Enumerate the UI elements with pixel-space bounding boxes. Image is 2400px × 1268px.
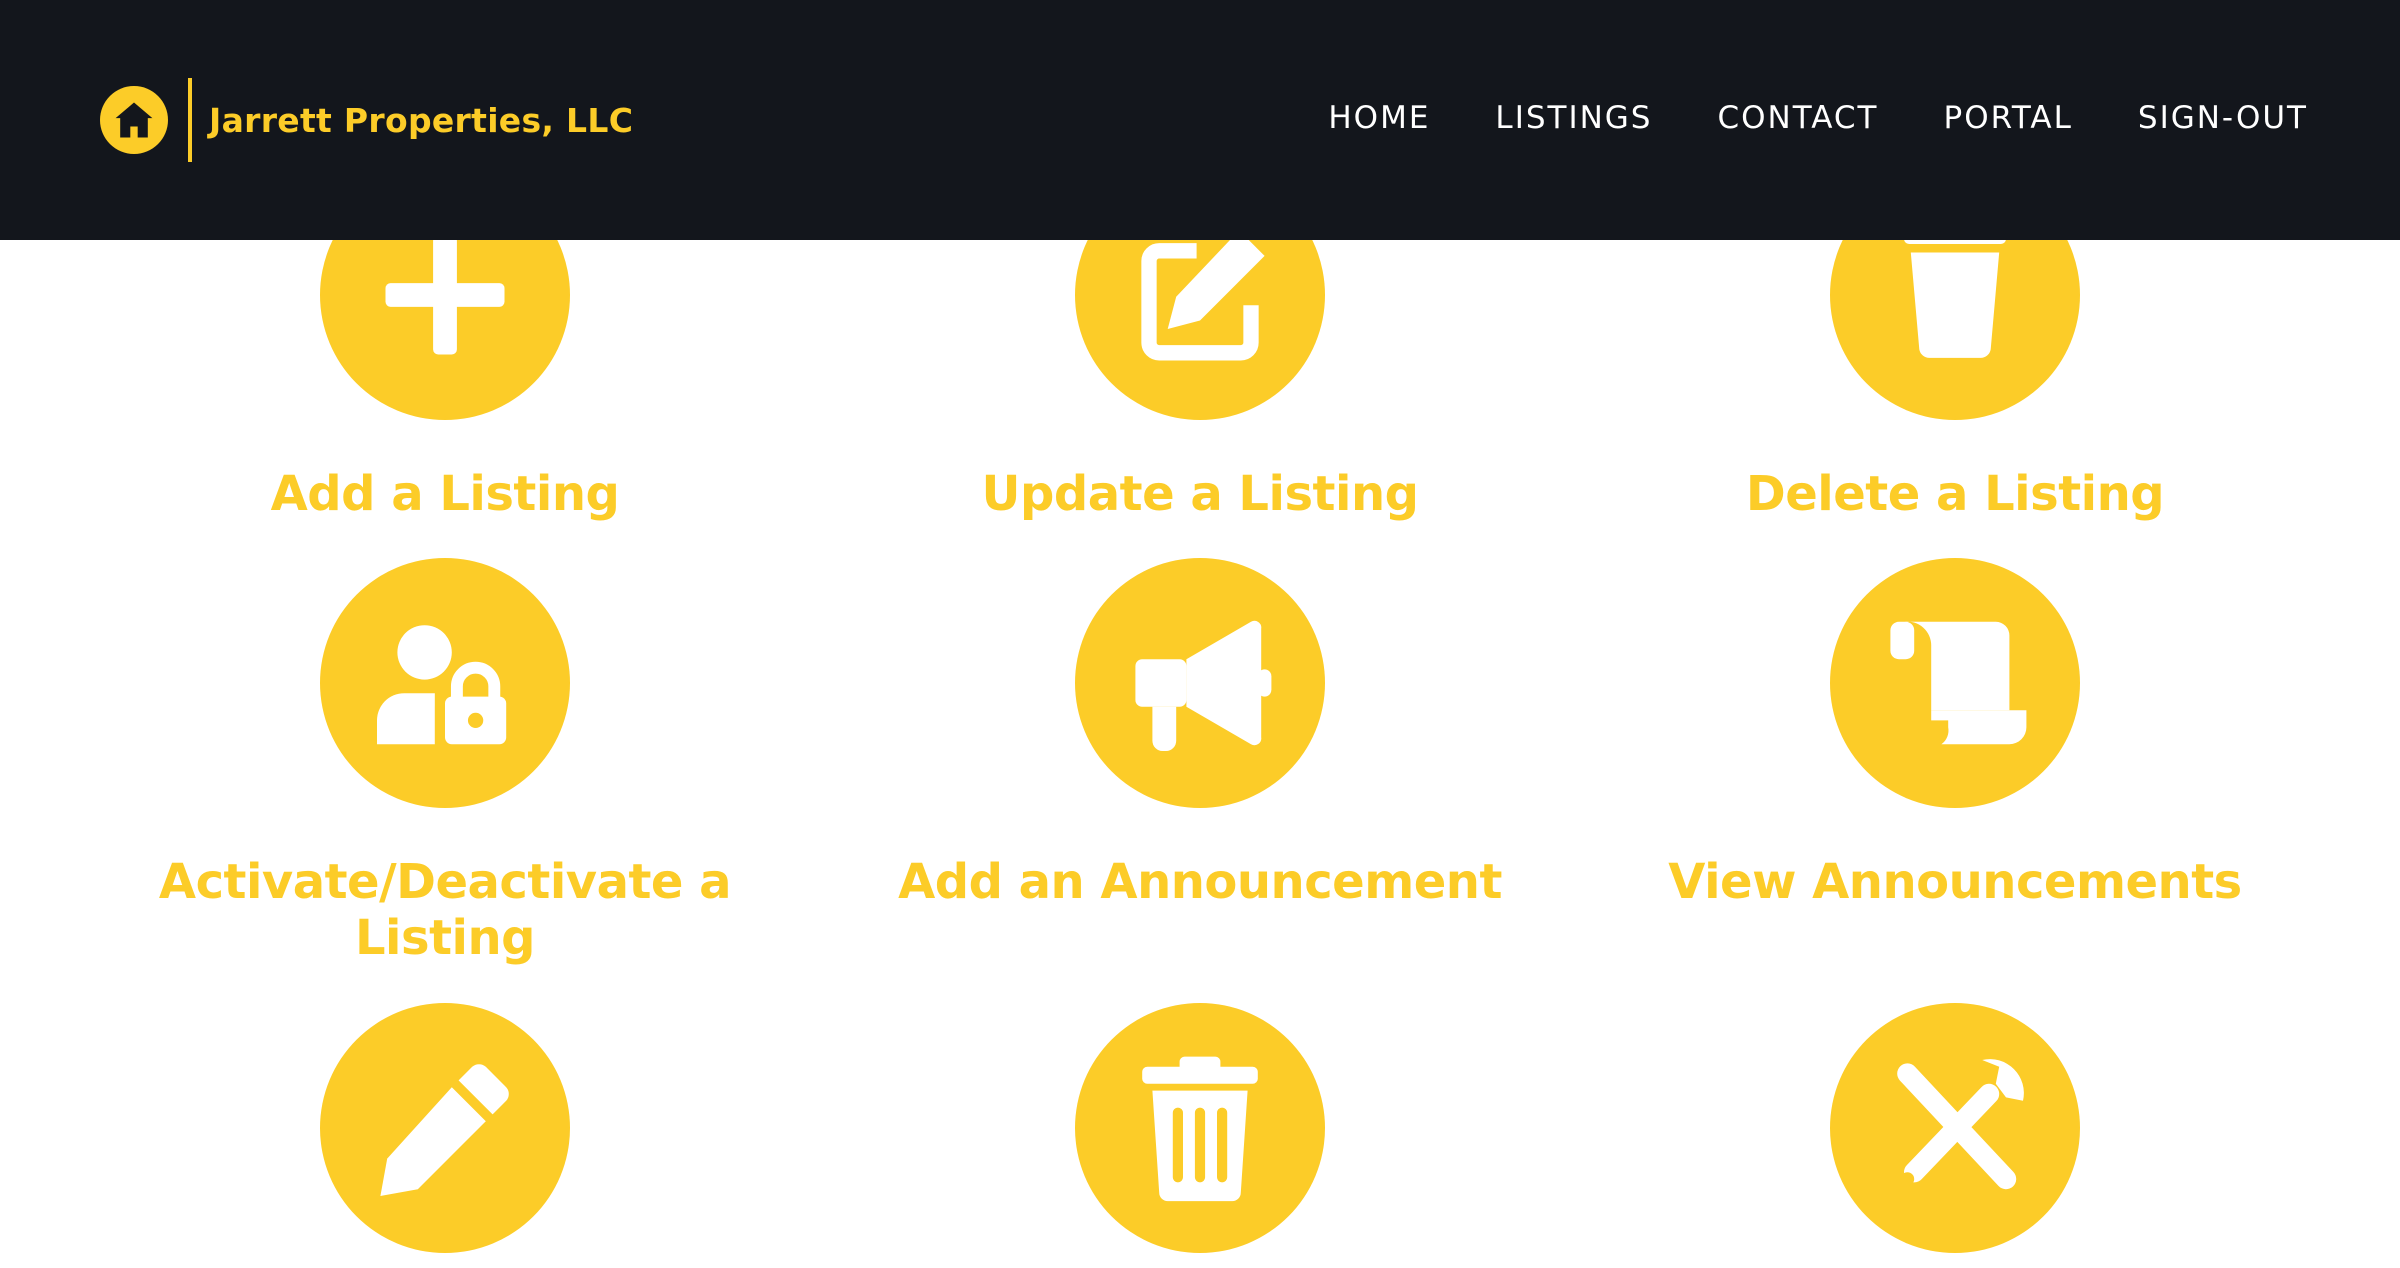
nav-contact[interactable]: CONTACT [1717, 90, 1878, 146]
pencil-icon [380, 1064, 509, 1196]
brand-name: Jarrett Properties, LLC [209, 100, 634, 140]
main-nav: HOME LISTINGS CONTACT PORTAL SIGN-OUT [1263, 90, 2308, 146]
activate-deactivate-listing-button[interactable] [320, 558, 570, 808]
edit-button[interactable] [320, 1003, 570, 1253]
trash-icon [1142, 1056, 1258, 1202]
screwdriver-wrench-icon [1897, 1059, 2024, 1190]
home-icon [115, 102, 153, 138]
nav-sign-out[interactable]: SIGN-OUT [2138, 90, 2308, 146]
view-announcements-label[interactable]: View Announcements [1615, 854, 2295, 910]
view-announcements-button[interactable] [1830, 558, 2080, 808]
brand-logo [100, 86, 168, 154]
nav-listings[interactable]: LISTINGS [1495, 90, 1652, 146]
brand-logo-link[interactable]: Jarrett Properties, LLC [100, 78, 633, 162]
delete-button[interactable] [1075, 1003, 1325, 1253]
nav-portal[interactable]: PORTAL [1944, 90, 2073, 146]
nav-home[interactable]: HOME [1328, 90, 1430, 146]
add-listing-label[interactable]: Add a Listing [105, 466, 785, 522]
update-listing-label[interactable]: Update a Listing [860, 466, 1540, 522]
activate-deactivate-listing-label[interactable]: Activate/Deactivate a Listing [105, 854, 785, 966]
add-announcement-button[interactable] [1075, 558, 1325, 808]
delete-listing-label[interactable]: Delete a Listing [1615, 466, 2295, 522]
add-announcement-label[interactable]: Add an Announcement [860, 854, 1540, 910]
megaphone-icon [1135, 620, 1272, 751]
scroll-icon [1890, 621, 2027, 745]
brand-divider [188, 78, 192, 162]
user-lock-icon [377, 625, 507, 745]
site-header: Jarrett Properties, LLC HOME LISTINGS CO… [0, 0, 2400, 240]
tools-button[interactable] [1830, 1003, 2080, 1253]
